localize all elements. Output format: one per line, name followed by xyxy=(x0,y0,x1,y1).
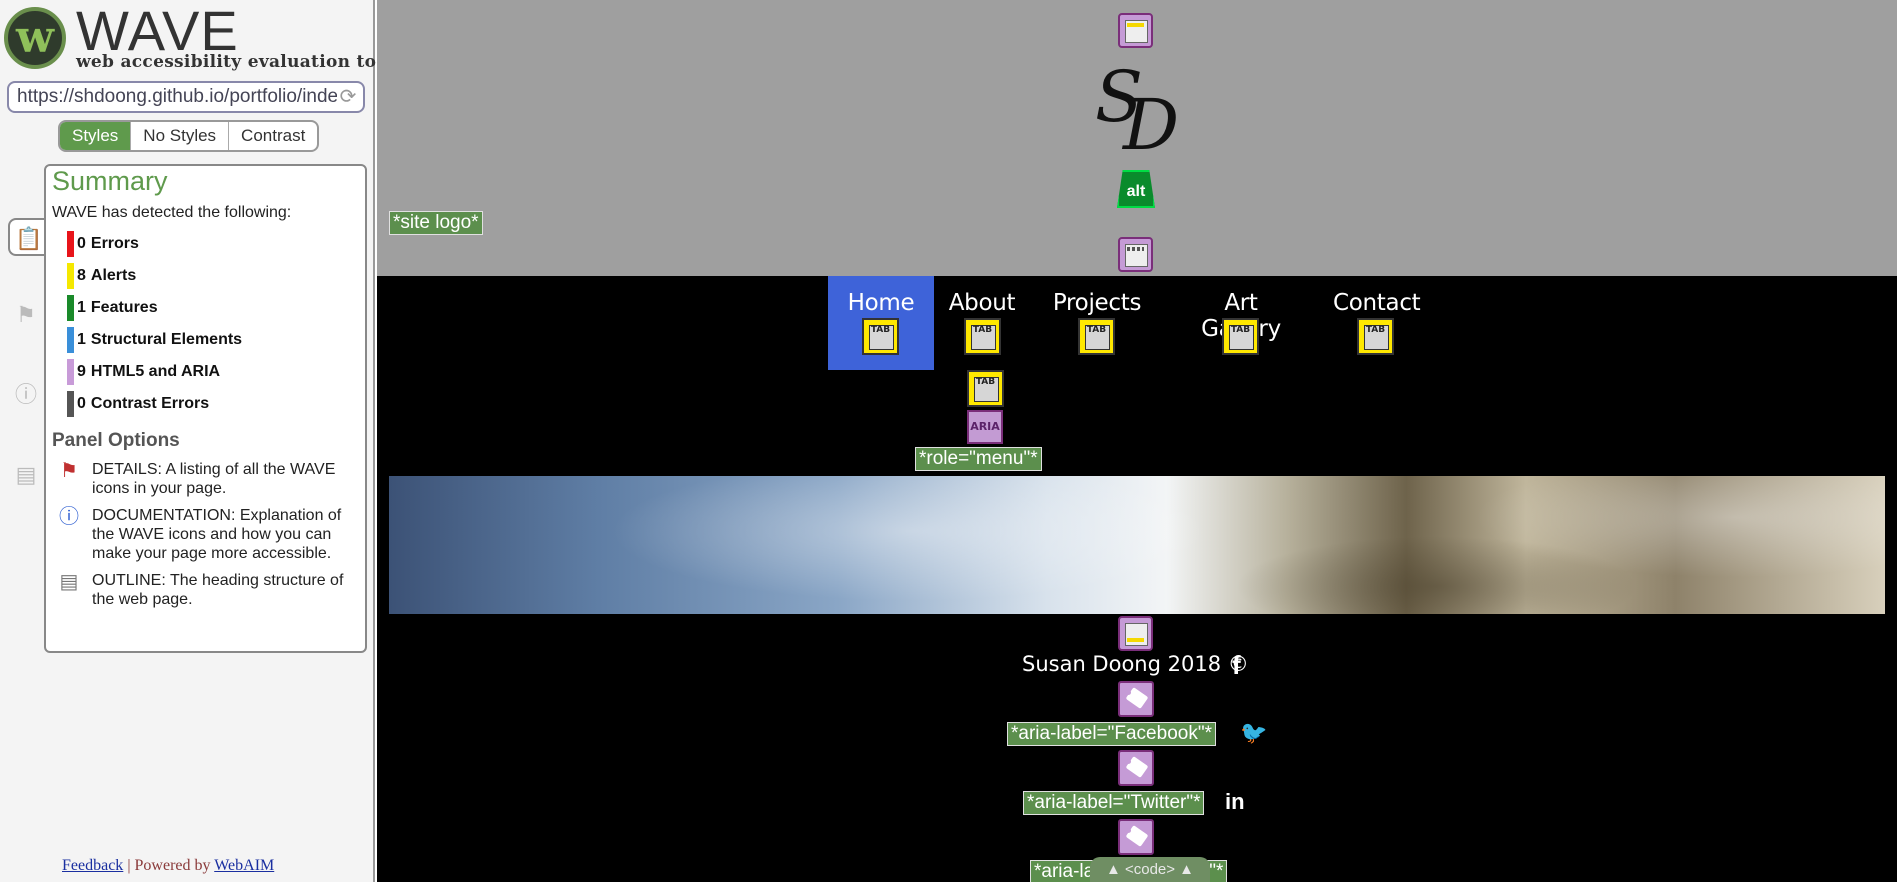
contrast-color-bar xyxy=(67,391,74,417)
aria-label-icon[interactable] xyxy=(1118,681,1154,717)
aria-label-facebook: *aria-label="Facebook"* xyxy=(1007,722,1216,746)
footer-region-icon[interactable] xyxy=(1118,616,1153,651)
powered-by-text: | Powered by xyxy=(123,857,215,874)
html5-aria-count: 9 HTML5 and ARIA xyxy=(67,356,359,388)
summary-title: Summary xyxy=(52,166,168,196)
alerts-count: 8 Alerts xyxy=(67,260,359,292)
styles-button[interactable]: Styles xyxy=(60,122,132,150)
linkedin-icon[interactable]: in xyxy=(1225,789,1245,815)
outline-option[interactable]: ▤ OUTLINE: The heading structure of the … xyxy=(52,571,359,609)
code-panel-toggle[interactable]: ▲ <code> ▲ xyxy=(1090,857,1210,882)
details-option[interactable]: ⚑ DETAILS: A listing of all the WAVE ico… xyxy=(52,460,359,498)
features-color-bar xyxy=(67,295,74,321)
hero-sky-image xyxy=(389,476,1885,614)
alt-text-icon[interactable]: alt xyxy=(1117,170,1155,208)
header-region-icon[interactable] xyxy=(1118,13,1153,48)
wave-logo-subtitle: web accessibility evaluation tool xyxy=(76,52,395,72)
style-toggle: Styles No Styles Contrast xyxy=(58,120,320,152)
details-tab-flag-icon[interactable]: ⚑ xyxy=(6,296,46,334)
nav-projects[interactable]: Projects TAB xyxy=(1052,276,1142,370)
features-count: 1 Features xyxy=(67,292,359,324)
no-styles-button[interactable]: No Styles xyxy=(131,122,230,150)
role-menu-label: *role="menu"* xyxy=(915,447,1042,471)
errors-color-bar xyxy=(67,231,74,257)
sidebar-footer: Feedback | Powered by WebAIM xyxy=(62,857,274,875)
wave-logo: w WAVE web accessibility evaluation tool xyxy=(4,0,394,72)
nav-home[interactable]: Home TAB xyxy=(828,276,934,370)
tab-order-icon[interactable]: TAB xyxy=(964,318,1001,355)
facebook-icon[interactable]: f xyxy=(1232,650,1241,681)
aria-label-icon[interactable] xyxy=(1118,750,1154,786)
aria-icon[interactable]: ARIA xyxy=(967,410,1003,444)
tab-order-icon[interactable]: TAB xyxy=(1222,318,1259,355)
page-preview: SD alt *site logo* Home TAB About TAB Pr… xyxy=(377,0,1897,882)
tab-order-icon[interactable]: TAB xyxy=(1078,318,1115,355)
panel-options-title: Panel Options xyxy=(52,430,180,451)
contrast-button[interactable]: Contrast xyxy=(229,122,317,150)
refresh-icon[interactable]: ⟳ xyxy=(337,86,359,108)
summary-intro: WAVE has detected the following: xyxy=(52,204,292,221)
feedback-link[interactable]: Feedback xyxy=(62,857,123,874)
twitter-icon[interactable]: 🐦 xyxy=(1240,720,1267,746)
navigation-region-icon[interactable] xyxy=(1118,237,1153,272)
errors-count: 0 Errors xyxy=(67,228,359,260)
tab-order-icon[interactable]: TAB xyxy=(967,370,1004,407)
documentation-tab-info-icon[interactable]: ⓘ xyxy=(6,376,46,414)
alerts-color-bar xyxy=(67,263,74,289)
tab-order-icon[interactable]: TAB xyxy=(862,318,899,355)
webaim-link[interactable]: WebAIM xyxy=(214,857,274,874)
outline-document-icon: ▤ xyxy=(59,571,79,593)
site-navbar: Home TAB About TAB Projects TAB Art Gall… xyxy=(389,276,1885,476)
wave-logo-icon: w xyxy=(4,7,66,69)
aria-label-twitter: *aria-label="Twitter"* xyxy=(1023,791,1205,815)
url-input[interactable] xyxy=(9,83,337,111)
wave-sidebar: w WAVE web accessibility evaluation tool… xyxy=(0,0,394,882)
documentation-option[interactable]: ⓘ DOCUMENTATION: Explanation of the WAVE… xyxy=(52,506,359,563)
summary-counts: 0 Errors 8 Alerts 1 Features 1 Structural El… xyxy=(67,228,359,420)
copyright-text: Susan Doong 2018 © xyxy=(1022,652,1249,676)
info-icon: ⓘ xyxy=(59,506,79,528)
summary-tab-clipboard-icon[interactable]: 📋 xyxy=(8,218,48,256)
aria-label-icon[interactable] xyxy=(1118,819,1154,855)
summary-panel: Summary WAVE has detected the following:… xyxy=(44,164,367,653)
nav-contact[interactable]: Contact TAB xyxy=(1333,276,1421,370)
structural-elements-count: 1 Structural Elements xyxy=(67,324,359,356)
sd-monogram-logo: SD xyxy=(1095,56,1180,166)
structural-color-bar xyxy=(67,327,74,353)
tab-order-icon[interactable]: TAB xyxy=(1357,318,1394,355)
aria-color-bar xyxy=(67,359,74,385)
outline-tab-document-icon[interactable]: ▤ xyxy=(6,456,46,494)
nav-art-gallery[interactable]: Art Gallery TAB xyxy=(1184,276,1298,370)
site-logo-label: *site logo* xyxy=(389,211,483,235)
url-field: ⟳ xyxy=(7,81,365,113)
details-flag-icon: ⚑ xyxy=(60,460,78,482)
contrast-errors-count: 0 Contrast Errors xyxy=(67,388,359,420)
nav-about[interactable]: About TAB xyxy=(947,276,1017,370)
